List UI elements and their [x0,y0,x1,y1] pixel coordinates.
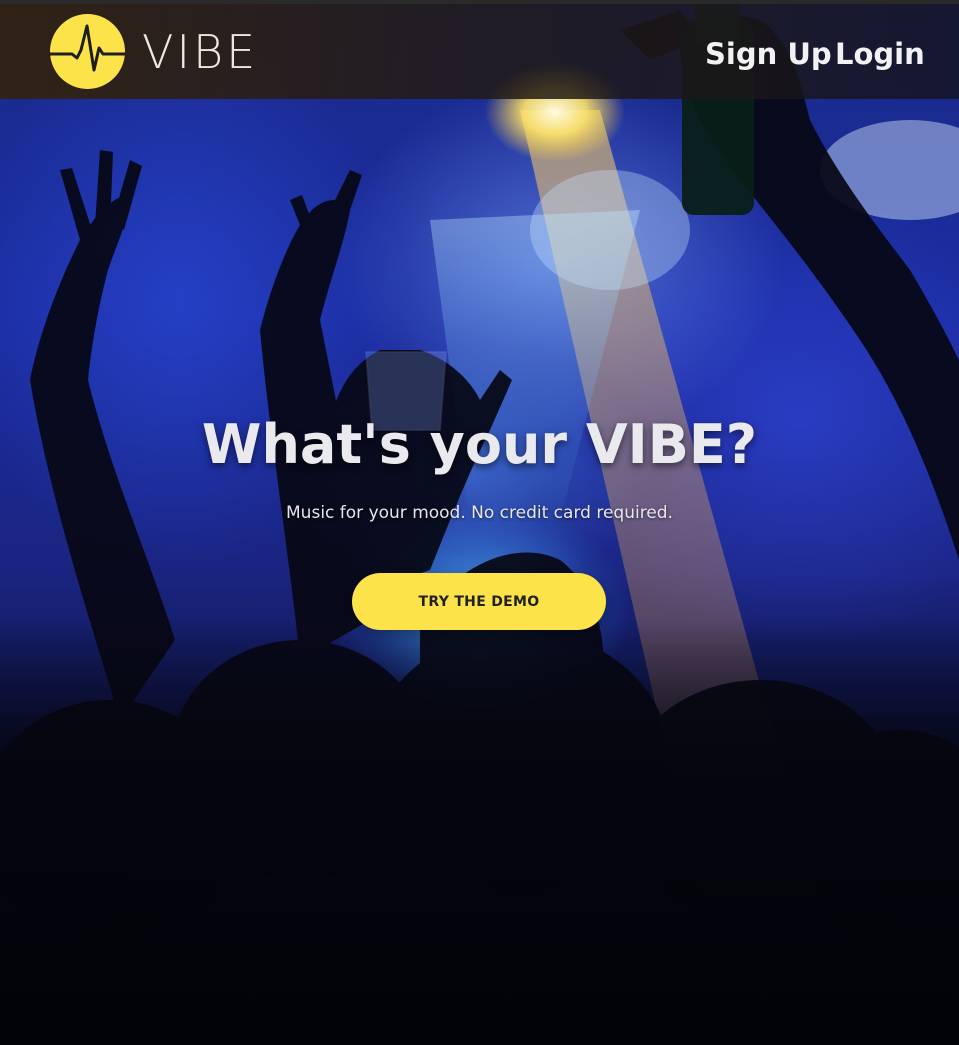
login-link[interactable]: Login [835,34,925,74]
site-header: VIBE Sign Up Login [0,4,959,99]
logo-wordmark[interactable]: VIBE [142,26,258,78]
sign-up-link[interactable]: Sign Up [705,34,832,74]
hero-title: What's your VIBE? [201,413,758,476]
logo-badge[interactable] [50,14,125,89]
landing-page: VIBE Sign Up Login What's your VIBE? Mus… [0,0,959,1045]
hero-subtitle: Music for your mood. No credit card requ… [286,503,673,523]
try-the-demo-button[interactable]: TRY THE DEMO [352,573,606,630]
pulse-wave-icon [50,24,125,72]
